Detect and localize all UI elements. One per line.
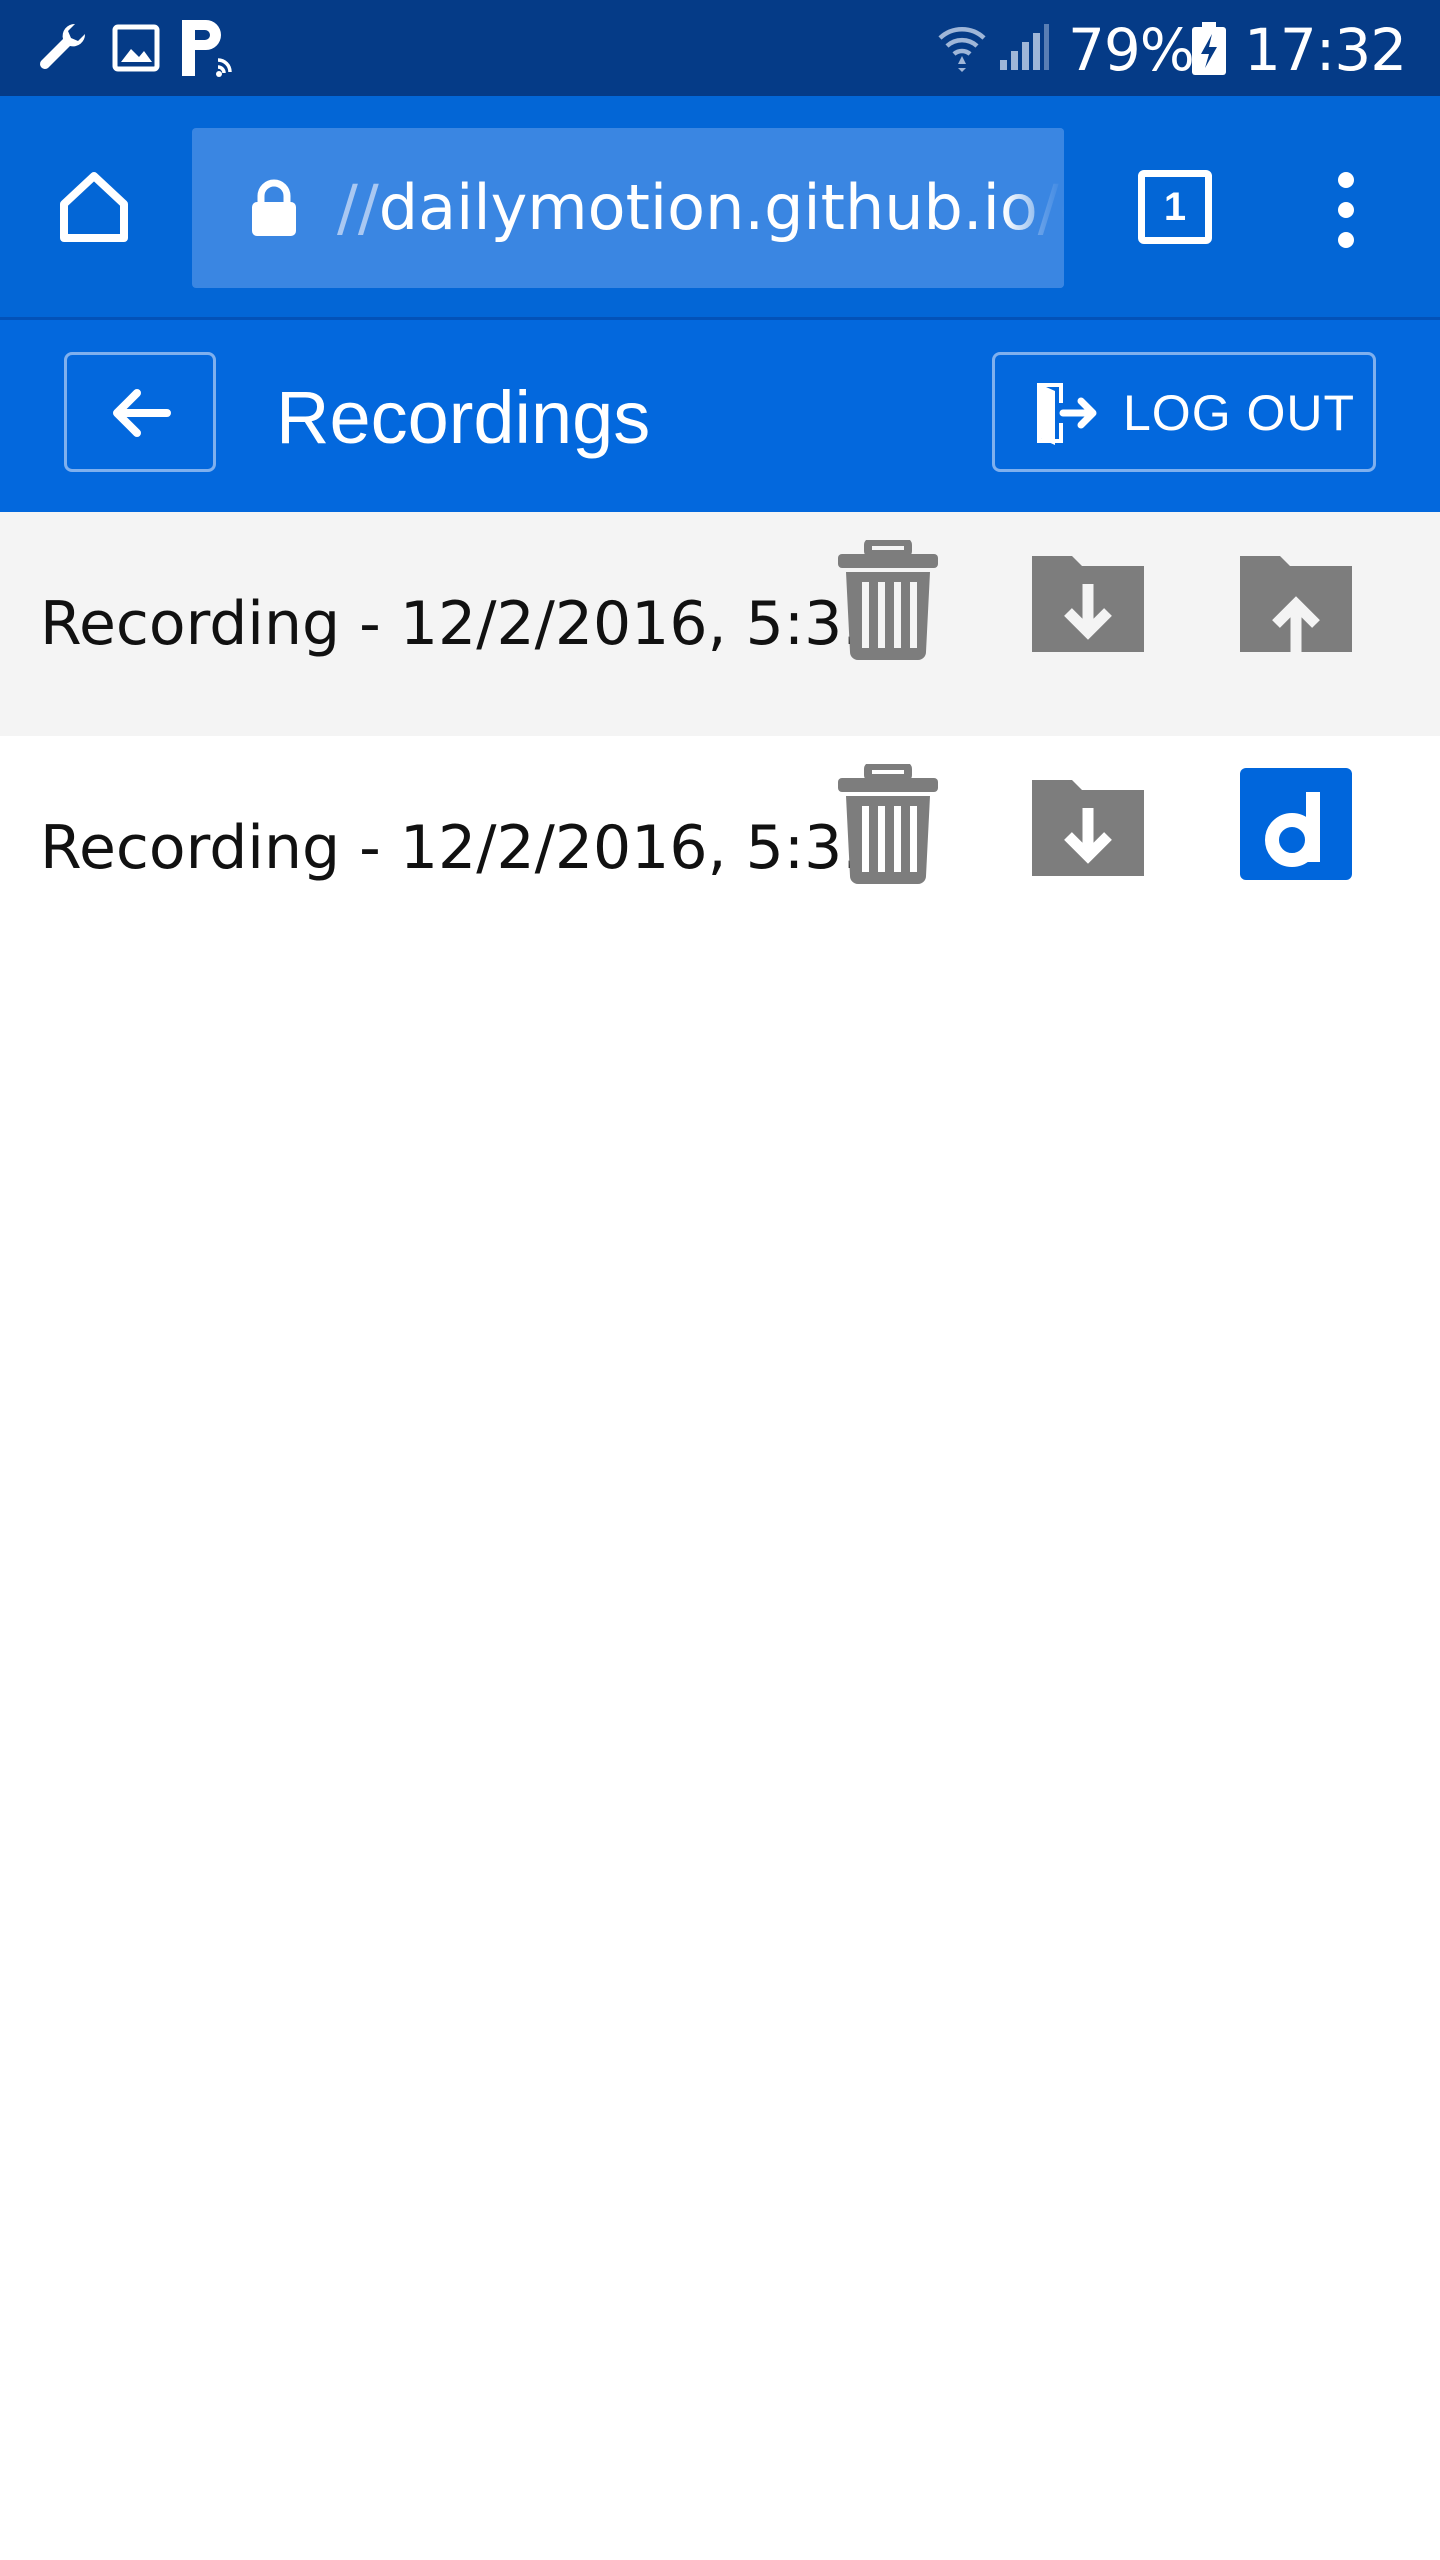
status-bar: 79% 17:32 [0, 0, 1440, 96]
back-button[interactable] [64, 352, 216, 472]
recording-name: Recording - 12/2/2016, 5:3... [40, 813, 900, 883]
signal-icon [1000, 24, 1049, 70]
trash-icon[interactable] [832, 764, 944, 884]
app-header: Recordings LOG OUT [0, 320, 1440, 512]
wifi-icon [938, 27, 986, 72]
image-icon [112, 24, 160, 72]
more-vert-icon[interactable] [1330, 170, 1362, 250]
exit-door-icon [1037, 383, 1097, 445]
arrow-left-icon [113, 389, 171, 437]
url-scheme: // [337, 171, 379, 244]
wrench-icon [40, 23, 86, 70]
logout-button[interactable]: LOG OUT [992, 352, 1376, 472]
lock-icon [252, 179, 296, 236]
home-icon[interactable] [56, 168, 132, 244]
browser-toolbar: //dailymotion.github.io/c 1 [0, 96, 1440, 320]
dailymotion-icon[interactable] [1240, 764, 1352, 884]
status-time: 17:32 [1244, 16, 1407, 84]
trash-icon[interactable] [832, 540, 944, 660]
parking-icon [182, 20, 232, 77]
folder-download-icon[interactable] [1032, 540, 1144, 660]
folder-upload-icon[interactable] [1240, 540, 1352, 660]
list-item: Recording - 12/2/2016, 5:3... [0, 512, 1440, 736]
url-bar[interactable]: //dailymotion.github.io/c [192, 128, 1064, 288]
battery-charging-icon [1192, 22, 1226, 75]
logout-label: LOG OUT [1123, 385, 1356, 441]
url-text: //dailymotion.github.io/c [337, 166, 1064, 250]
list-item: Recording - 12/2/2016, 5:3... [0, 736, 1440, 960]
url-host: dailymotion.github.io [378, 171, 1038, 244]
recording-name: Recording - 12/2/2016, 5:3... [40, 589, 900, 659]
battery-percent: 79% [1068, 16, 1195, 84]
tab-switcher-button[interactable]: 1 [1138, 170, 1212, 244]
page-title: Recordings [276, 376, 651, 459]
url-fade [1004, 128, 1064, 288]
folder-download-icon[interactable] [1032, 764, 1144, 884]
tab-count: 1 [1163, 185, 1187, 229]
